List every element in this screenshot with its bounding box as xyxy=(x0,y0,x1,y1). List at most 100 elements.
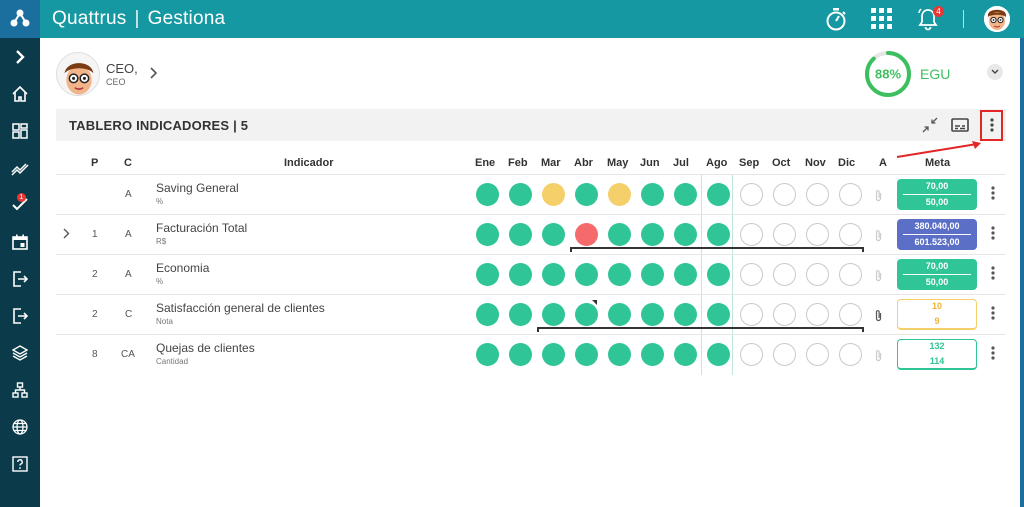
month-status-dot[interactable] xyxy=(608,343,631,366)
month-status-dot[interactable] xyxy=(740,263,763,286)
paperclip-icon[interactable] xyxy=(874,229,883,245)
row-more-icon[interactable] xyxy=(991,186,997,204)
paperclip-icon[interactable] xyxy=(874,189,883,205)
globe-icon[interactable] xyxy=(0,408,40,445)
month-status-dot[interactable] xyxy=(476,343,499,366)
egu-indicator[interactable]: 88% EGU xyxy=(864,50,950,98)
month-status-dot[interactable] xyxy=(575,343,598,366)
month-status-dot[interactable] xyxy=(740,223,763,246)
export-icon[interactable] xyxy=(0,297,40,334)
home-icon[interactable] xyxy=(0,75,40,112)
month-status-dot[interactable] xyxy=(839,303,862,326)
month-status-dot[interactable] xyxy=(806,343,829,366)
row-more-icon[interactable] xyxy=(991,346,997,364)
month-status-dot[interactable] xyxy=(509,303,532,326)
month-status-dot[interactable] xyxy=(641,183,664,206)
app-logo-icon[interactable] xyxy=(0,0,40,38)
month-status-dot[interactable] xyxy=(542,303,565,326)
meta-badge[interactable]: 132 114 xyxy=(897,339,977,370)
month-status-dot[interactable] xyxy=(641,303,664,326)
stopwatch-icon[interactable] xyxy=(823,6,849,32)
month-status-dot[interactable] xyxy=(839,223,862,246)
month-status-dot[interactable] xyxy=(608,303,631,326)
meta-badge[interactable]: 10 9 xyxy=(897,299,977,330)
month-status-dot[interactable] xyxy=(806,183,829,206)
month-status-dot[interactable] xyxy=(542,183,565,206)
month-status-dot[interactable] xyxy=(707,343,730,366)
month-status-dot[interactable] xyxy=(476,183,499,206)
month-status-dot[interactable] xyxy=(740,183,763,206)
month-status-dot[interactable] xyxy=(542,263,565,286)
layers-icon[interactable] xyxy=(0,334,40,371)
month-status-dot[interactable] xyxy=(509,263,532,286)
month-status-dot[interactable] xyxy=(773,183,796,206)
month-status-dot[interactable] xyxy=(707,183,730,206)
month-status-dot[interactable] xyxy=(509,343,532,366)
month-status-dot[interactable] xyxy=(773,223,796,246)
month-status-dot[interactable] xyxy=(641,263,664,286)
apps-grid-icon[interactable] xyxy=(869,6,895,32)
month-status-dot[interactable] xyxy=(806,223,829,246)
bell-icon[interactable]: 4 xyxy=(915,6,944,32)
month-status-dot[interactable] xyxy=(773,263,796,286)
row-more-icon[interactable] xyxy=(991,226,997,244)
month-status-dot[interactable] xyxy=(575,223,598,246)
month-status-dot[interactable] xyxy=(476,263,499,286)
calendar-icon[interactable] xyxy=(0,223,40,260)
month-status-dot[interactable] xyxy=(509,223,532,246)
meta-badge[interactable]: 70,00 50,00 xyxy=(897,179,977,210)
month-status-dot[interactable] xyxy=(806,303,829,326)
month-status-dot[interactable] xyxy=(674,343,697,366)
month-status-dot[interactable] xyxy=(608,263,631,286)
meta-badge[interactable]: 70,00 50,00 xyxy=(897,259,977,290)
month-status-dot[interactable] xyxy=(509,183,532,206)
table-row[interactable]: 1 A Facturación Total R$ 380.040,00 601.523,0… xyxy=(56,214,1006,255)
month-status-dot[interactable] xyxy=(575,263,598,286)
month-status-dot[interactable] xyxy=(575,303,598,326)
month-status-dot[interactable] xyxy=(575,183,598,206)
month-status-dot[interactable] xyxy=(839,183,862,206)
meta-badge[interactable]: 380.040,00 601.523,00 xyxy=(897,219,977,250)
month-status-dot[interactable] xyxy=(740,343,763,366)
month-status-dot[interactable] xyxy=(773,303,796,326)
month-status-dot[interactable] xyxy=(476,303,499,326)
month-status-dot[interactable] xyxy=(674,263,697,286)
month-status-dot[interactable] xyxy=(740,303,763,326)
row-more-icon[interactable] xyxy=(991,266,997,284)
month-status-dot[interactable] xyxy=(542,343,565,366)
month-status-dot[interactable] xyxy=(773,343,796,366)
chevron-down-icon[interactable] xyxy=(987,64,1003,80)
row-more-icon[interactable] xyxy=(991,306,997,324)
user-avatar[interactable] xyxy=(984,6,1010,32)
paperclip-icon[interactable] xyxy=(874,349,883,365)
month-status-dot[interactable] xyxy=(641,223,664,246)
month-status-dot[interactable] xyxy=(608,223,631,246)
month-status-dot[interactable] xyxy=(806,263,829,286)
month-status-dot[interactable] xyxy=(707,223,730,246)
month-status-dot[interactable] xyxy=(476,223,499,246)
indicator-cell[interactable]: Facturación Total R$ xyxy=(156,221,247,246)
user-selector[interactable]: CEO, CEO xyxy=(56,52,158,96)
board-more-button[interactable] xyxy=(980,109,1003,141)
month-status-dot[interactable] xyxy=(707,303,730,326)
paperclip-icon[interactable] xyxy=(874,309,883,325)
table-row[interactable]: 2 A Economia% 70,00 50,00 xyxy=(56,254,1006,295)
month-status-dot[interactable] xyxy=(608,183,631,206)
tasks-check-icon[interactable]: 1 xyxy=(0,186,40,223)
month-status-dot[interactable] xyxy=(839,263,862,286)
row-expand-icon[interactable] xyxy=(63,228,70,242)
table-row[interactable]: A Saving General% 70,00 50,00 xyxy=(56,174,1006,215)
org-chart-icon[interactable] xyxy=(0,371,40,408)
sidebar-expand-icon[interactable] xyxy=(0,38,40,75)
month-status-dot[interactable] xyxy=(674,223,697,246)
month-status-dot[interactable] xyxy=(839,343,862,366)
month-status-dot[interactable] xyxy=(641,343,664,366)
subtitles-icon[interactable] xyxy=(950,115,970,135)
month-status-dot[interactable] xyxy=(674,183,697,206)
compress-icon[interactable] xyxy=(920,115,940,135)
paperclip-icon[interactable] xyxy=(874,269,883,285)
help-icon[interactable] xyxy=(0,445,40,482)
indicator-cell[interactable]: Quejas de clientes Cantidad xyxy=(156,341,255,366)
indicator-cell[interactable]: Economia% xyxy=(156,261,209,286)
dashboard-icon[interactable] xyxy=(0,112,40,149)
